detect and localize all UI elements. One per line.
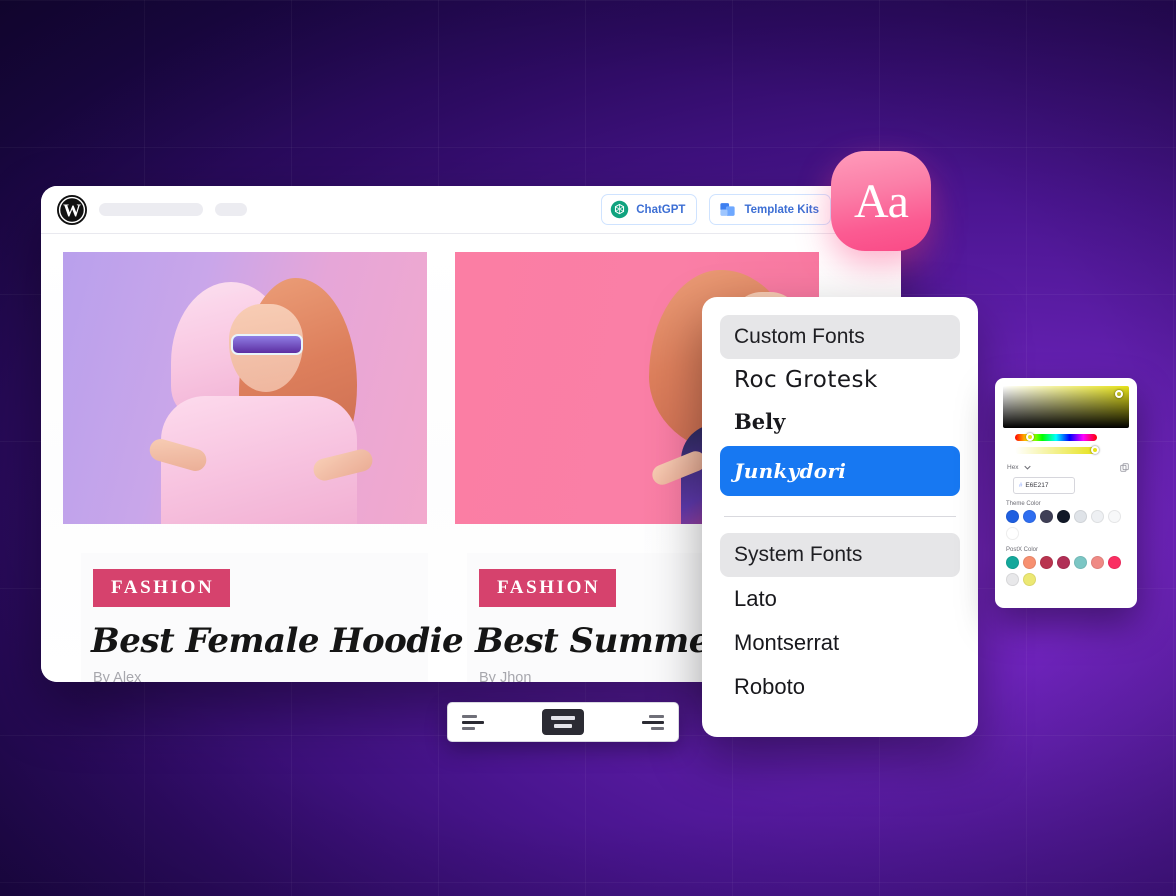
hue-handle[interactable] <box>1025 433 1034 441</box>
fonts-panel: Custom Fonts Roc Grotesk Bely Junkydori … <box>702 297 978 737</box>
font-option-bely[interactable]: Bely <box>720 401 960 442</box>
swatch[interactable] <box>1006 556 1019 569</box>
saturation-area[interactable] <box>1003 386 1129 428</box>
swatch[interactable] <box>1006 527 1019 540</box>
format-row: Hex <box>1007 463 1129 472</box>
post-card-image <box>63 252 427 524</box>
chatgpt-button[interactable]: ChatGPT <box>601 194 698 225</box>
hex-input[interactable]: # E6E217 <box>1013 477 1075 494</box>
theme-color-swatches <box>1003 510 1129 540</box>
chatgpt-icon <box>611 200 629 219</box>
align-right-icon[interactable] <box>638 711 664 733</box>
post-card-title[interactable]: Best Female Hoodie <box>91 621 464 661</box>
typography-badge-label: Aa <box>854 174 909 228</box>
swatch[interactable] <box>1023 556 1036 569</box>
model-illustration <box>143 278 393 524</box>
system-fonts-heading: System Fonts <box>720 533 960 577</box>
editor-topbar: W ChatGPT Template Kits <box>41 186 901 234</box>
template-kits-icon <box>720 203 736 216</box>
alpha-slider[interactable] <box>1015 446 1099 454</box>
swatch[interactable] <box>1006 573 1019 586</box>
swatch[interactable] <box>1006 510 1019 523</box>
align-center-icon[interactable] <box>542 709 584 735</box>
font-option-roc-grotesk[interactable]: Roc Grotesk <box>720 359 960 401</box>
custom-fonts-heading: Custom Fonts <box>720 315 960 359</box>
swatch[interactable] <box>1023 573 1036 586</box>
align-left-icon[interactable] <box>462 711 488 733</box>
swatch[interactable] <box>1091 556 1104 569</box>
hex-value: E6E217 <box>1025 482 1049 489</box>
typography-badge[interactable]: Aa <box>831 151 931 251</box>
swatch[interactable] <box>1057 556 1070 569</box>
post-card-meta: FASHION Best Female Hoodie By Alex <box>81 553 464 682</box>
postx-color-label: PostX Color <box>1006 547 1039 553</box>
svg-text:W: W <box>63 200 81 220</box>
chevron-down-icon[interactable] <box>1023 465 1031 470</box>
font-option-montserrat[interactable]: Montserrat <box>720 621 960 665</box>
font-option-lato[interactable]: Lato <box>720 577 960 621</box>
swatch[interactable] <box>1040 510 1053 523</box>
font-option-roboto[interactable]: Roboto <box>720 665 960 709</box>
category-badge[interactable]: FASHION <box>93 569 231 607</box>
swatch[interactable] <box>1108 556 1121 569</box>
theme-color-label: Theme Color <box>1006 501 1041 507</box>
wordpress-logo-icon[interactable]: W <box>57 194 87 225</box>
color-picker-panel: Hex # E6E217 Theme Color PostX Color <box>995 378 1137 608</box>
copy-icon[interactable] <box>1120 463 1129 472</box>
postx-color-swatches <box>1003 556 1129 586</box>
swatch[interactable] <box>1074 510 1087 523</box>
template-kits-button-label: Template Kits <box>744 203 819 216</box>
swatch[interactable] <box>1108 510 1121 523</box>
swatch[interactable] <box>1040 556 1053 569</box>
chatgpt-button-label: ChatGPT <box>636 203 686 216</box>
post-card[interactable]: FASHION Best Female Hoodie By Alex <box>63 252 464 682</box>
topbar-placeholder-primary <box>99 203 203 216</box>
hex-hash: # <box>1019 482 1023 489</box>
saturation-handle[interactable] <box>1115 390 1123 398</box>
swatch[interactable] <box>1057 510 1070 523</box>
template-kits-button[interactable]: Template Kits <box>709 194 831 225</box>
topbar-placeholder-secondary <box>215 203 247 216</box>
font-option-junkydori[interactable]: Junkydori <box>720 446 960 496</box>
alpha-handle[interactable] <box>1091 446 1099 454</box>
swatch[interactable] <box>1023 510 1036 523</box>
format-label: Hex <box>1007 464 1019 471</box>
swatch[interactable] <box>1074 556 1087 569</box>
hue-slider[interactable] <box>1015 433 1097 441</box>
align-toolbar <box>447 702 679 742</box>
swatch[interactable] <box>1091 510 1104 523</box>
post-card-author: By Alex <box>93 670 142 682</box>
fonts-divider <box>724 516 956 517</box>
category-badge[interactable]: FASHION <box>479 569 617 607</box>
